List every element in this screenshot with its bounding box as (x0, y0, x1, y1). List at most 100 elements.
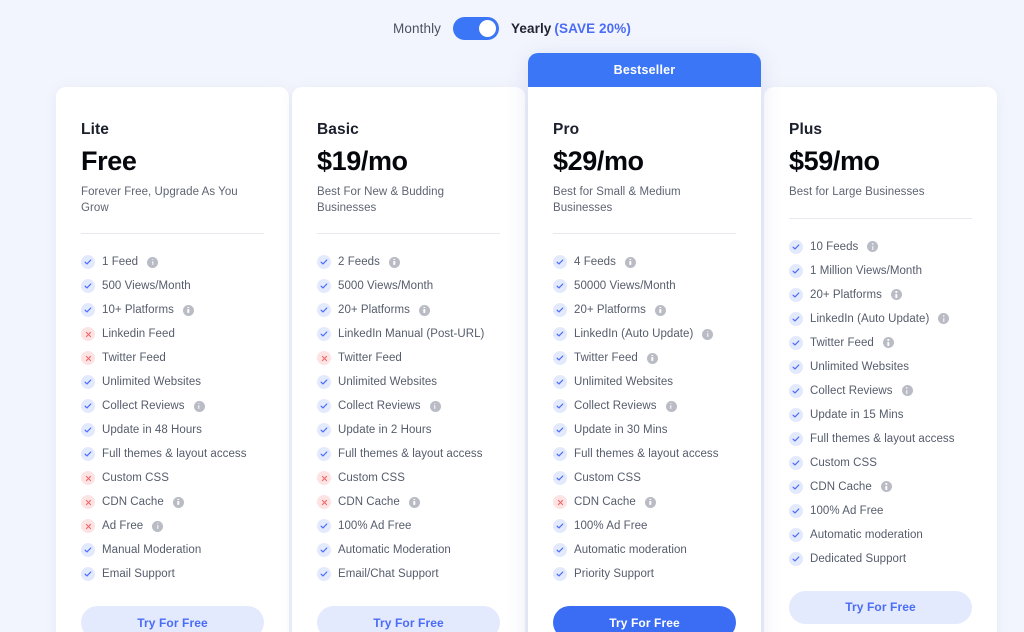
check-icon (553, 255, 567, 270)
check-icon (789, 479, 803, 494)
check-icon (553, 351, 567, 366)
feature-label: 20+ Platforms (574, 304, 646, 317)
feature-row: Full themes & layout access (317, 442, 500, 466)
info-icon[interactable] (654, 304, 666, 316)
feature-row: Automatic moderation (553, 538, 736, 562)
feature-label: Full themes & layout access (102, 448, 247, 461)
pricing-card-lite: Lite Free Forever Free, Upgrade As You Gro… (56, 87, 289, 632)
feature-label: Ad Free (102, 520, 144, 533)
feature-row: Custom CSS (789, 451, 972, 475)
plan-tagline: Forever Free, Upgrade As You Grow (81, 186, 238, 214)
check-icon (317, 447, 331, 462)
info-icon[interactable] (408, 496, 420, 508)
feature-row: Full themes & layout access (81, 442, 264, 466)
feature-label: Update in 2 Hours (338, 424, 432, 437)
feature-row: Priority Support (553, 562, 736, 586)
feature-label: Custom CSS (574, 472, 641, 485)
feature-label: Twitter Feed (810, 336, 874, 349)
feature-row: 20+ Platforms (317, 298, 500, 322)
feature-label: Full themes & layout access (810, 432, 955, 445)
info-icon[interactable] (646, 352, 658, 364)
feature-row: Update in 2 Hours (317, 418, 500, 442)
feature-row: 100% Ad Free (789, 499, 972, 523)
info-icon[interactable] (182, 304, 194, 316)
info-icon[interactable] (147, 256, 159, 268)
try-for-free-button[interactable]: Try For Free (81, 606, 264, 632)
check-icon (789, 335, 803, 350)
feature-label: 1 Feed (102, 256, 139, 269)
info-icon[interactable] (880, 481, 892, 493)
feature-row: Custom CSS (553, 466, 736, 490)
check-icon (81, 303, 95, 318)
check-icon (317, 399, 331, 414)
info-icon[interactable] (890, 289, 902, 301)
feature-row: 100% Ad Free (317, 514, 500, 538)
toggle-knob (479, 19, 497, 37)
check-icon (553, 519, 567, 534)
feature-label: Twitter Feed (338, 352, 402, 365)
billing-yearly-label: Yearly (511, 20, 552, 36)
info-icon[interactable] (867, 241, 879, 253)
try-for-free-button[interactable]: Try For Free (317, 606, 500, 632)
info-icon[interactable] (388, 256, 400, 268)
feature-row: Full themes & layout access (553, 442, 736, 466)
card-body: Pro $29/mo Best for Small & Medium Busines… (528, 87, 761, 632)
feature-label: 4 Feeds (574, 256, 616, 269)
info-icon[interactable] (938, 313, 950, 325)
feature-row: LinkedIn Manual (Post-URL) (317, 322, 500, 346)
info-icon[interactable] (429, 400, 441, 412)
info-icon[interactable] (665, 400, 677, 412)
check-icon (317, 543, 331, 558)
info-icon[interactable] (882, 337, 894, 349)
cta-container: Try For Free (789, 590, 972, 632)
feature-row: 2 Feeds (317, 250, 500, 274)
info-icon[interactable] (624, 256, 636, 268)
feature-row: Dedicated Support (789, 547, 972, 571)
feature-label: Collect Reviews (574, 400, 657, 413)
info-icon[interactable] (901, 385, 913, 397)
feature-row: Update in 48 Hours (81, 418, 264, 442)
feature-list: 2 Feeds 5000 Views/Month 20+ Platforms Link… (317, 250, 500, 586)
check-icon (553, 303, 567, 318)
feature-row: 20+ Platforms (789, 283, 972, 307)
cta-container: Try For Free (553, 606, 736, 632)
plan-name: Lite (81, 121, 109, 138)
info-icon[interactable] (418, 304, 430, 316)
feature-label: Unlimited Websites (574, 376, 674, 389)
feature-row: 20+ Platforms (553, 298, 736, 322)
info-icon[interactable] (172, 496, 184, 508)
feature-label: CDN Cache (810, 480, 872, 493)
feature-label: LinkedIn Manual (Post-URL) (338, 328, 485, 341)
feature-label: Full themes & layout access (338, 448, 483, 461)
feature-row: 1 Million Views/Month (789, 259, 972, 283)
feature-label: Unlimited Websites (102, 376, 202, 389)
feature-label: Update in 30 Mins (574, 424, 668, 437)
try-for-free-button[interactable]: Try For Free (789, 590, 972, 624)
check-icon (553, 543, 567, 558)
feature-label: LinkedIn (Auto Update) (574, 328, 694, 341)
info-icon[interactable] (702, 328, 714, 340)
feature-row: 10+ Platforms (81, 298, 264, 322)
feature-row: 10 Feeds (789, 235, 972, 259)
check-icon (81, 399, 95, 414)
billing-yearly-group[interactable]: Yearly (SAVE 20%) (511, 21, 631, 36)
feature-label: Twitter Feed (574, 352, 638, 365)
check-icon (789, 527, 803, 542)
try-for-free-button[interactable]: Try For Free (553, 606, 736, 632)
plan-tagline: Best for Large Businesses (789, 186, 925, 199)
bestseller-badge: Bestseller (528, 53, 761, 87)
feature-label: CDN Cache (574, 496, 636, 509)
feature-label: LinkedIn (Auto Update) (810, 312, 930, 325)
check-icon (81, 543, 95, 558)
info-icon[interactable] (152, 520, 164, 532)
info-icon[interactable] (644, 496, 656, 508)
cross-icon (317, 471, 331, 486)
billing-monthly-label[interactable]: Monthly (393, 21, 441, 36)
cross-icon (81, 495, 95, 510)
feature-row: Collect Reviews (317, 394, 500, 418)
check-icon (789, 239, 803, 254)
feature-label: Unlimited Websites (338, 376, 438, 389)
feature-label: Linkedin Feed (102, 328, 175, 341)
billing-period-toggle[interactable] (453, 16, 500, 40)
info-icon[interactable] (193, 400, 205, 412)
